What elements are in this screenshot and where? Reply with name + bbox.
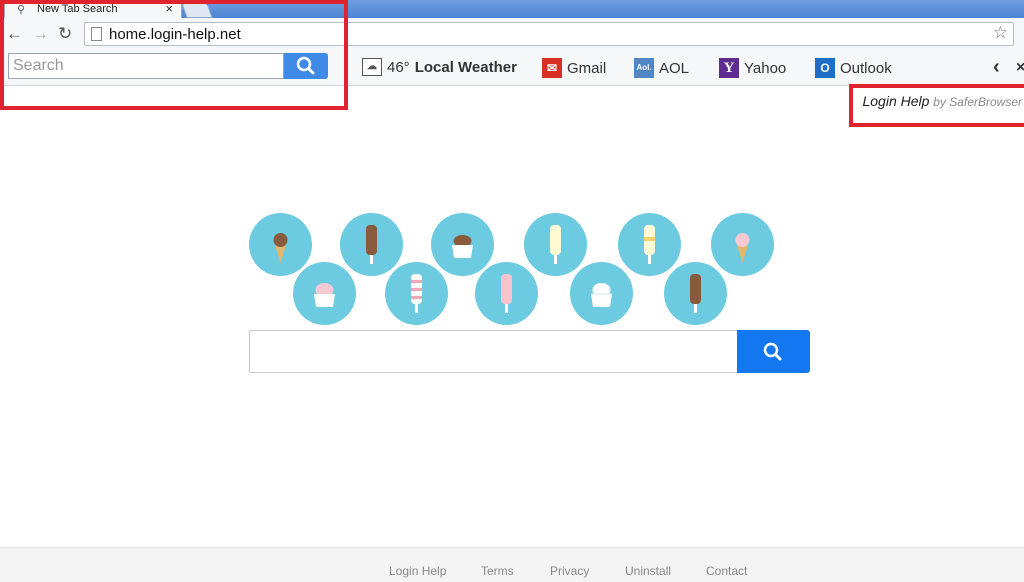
browser-window: ⚲ New Tab Search × ← → ↻ home.login-help…: [0, 0, 1024, 582]
cupcake-icon: [293, 262, 356, 325]
popsicle-icon: [664, 262, 727, 325]
footer-link-login-help[interactable]: Login Help: [389, 564, 446, 578]
main-search-box: [249, 330, 737, 373]
outlook-label: Outlook: [840, 59, 892, 77]
weather-icon: ☁: [362, 58, 382, 76]
outlook-icon: O: [815, 58, 835, 78]
yahoo-link[interactable]: Y Yahoo: [719, 58, 786, 78]
main-search-button[interactable]: [737, 330, 810, 373]
popsicle-icon: [475, 262, 538, 325]
aol-label: AOL: [659, 59, 690, 77]
outlook-link[interactable]: O Outlook: [815, 58, 892, 78]
footer-link-terms[interactable]: Terms: [481, 564, 514, 578]
yahoo-label: Yahoo: [744, 59, 787, 77]
star-icon[interactable]: ☆: [993, 23, 1008, 43]
close-icon[interactable]: ×: [1016, 59, 1024, 77]
main-search-input[interactable]: [250, 331, 737, 372]
weather-link[interactable]: ☁ 46° Local Weather: [362, 58, 517, 76]
gmail-icon: ✉: [542, 58, 562, 78]
gmail-label: Gmail: [567, 59, 607, 77]
footer-link-uninstall[interactable]: Uninstall: [625, 564, 671, 578]
highlight-box-toolbar: [0, 0, 348, 110]
footer-link-privacy[interactable]: Privacy: [550, 564, 589, 578]
highlight-box-brand: [849, 84, 1024, 127]
weather-label: Local Weather: [414, 58, 517, 76]
footer-link-contact[interactable]: Contact: [706, 564, 747, 578]
cupcake-icon: [570, 262, 633, 325]
aol-link[interactable]: Aol. AOL: [634, 58, 689, 78]
aol-icon: Aol.: [634, 58, 654, 78]
popsicle-icon: [385, 262, 448, 325]
gmail-link[interactable]: ✉ Gmail: [542, 58, 606, 78]
search-icon: [763, 342, 782, 361]
footer: Login Help Terms Privacy Uninstall Conta…: [0, 547, 1024, 582]
weather-temp: 46°: [387, 58, 410, 76]
chevron-left-icon[interactable]: ‹: [993, 56, 1000, 79]
yahoo-icon: Y: [719, 58, 739, 78]
